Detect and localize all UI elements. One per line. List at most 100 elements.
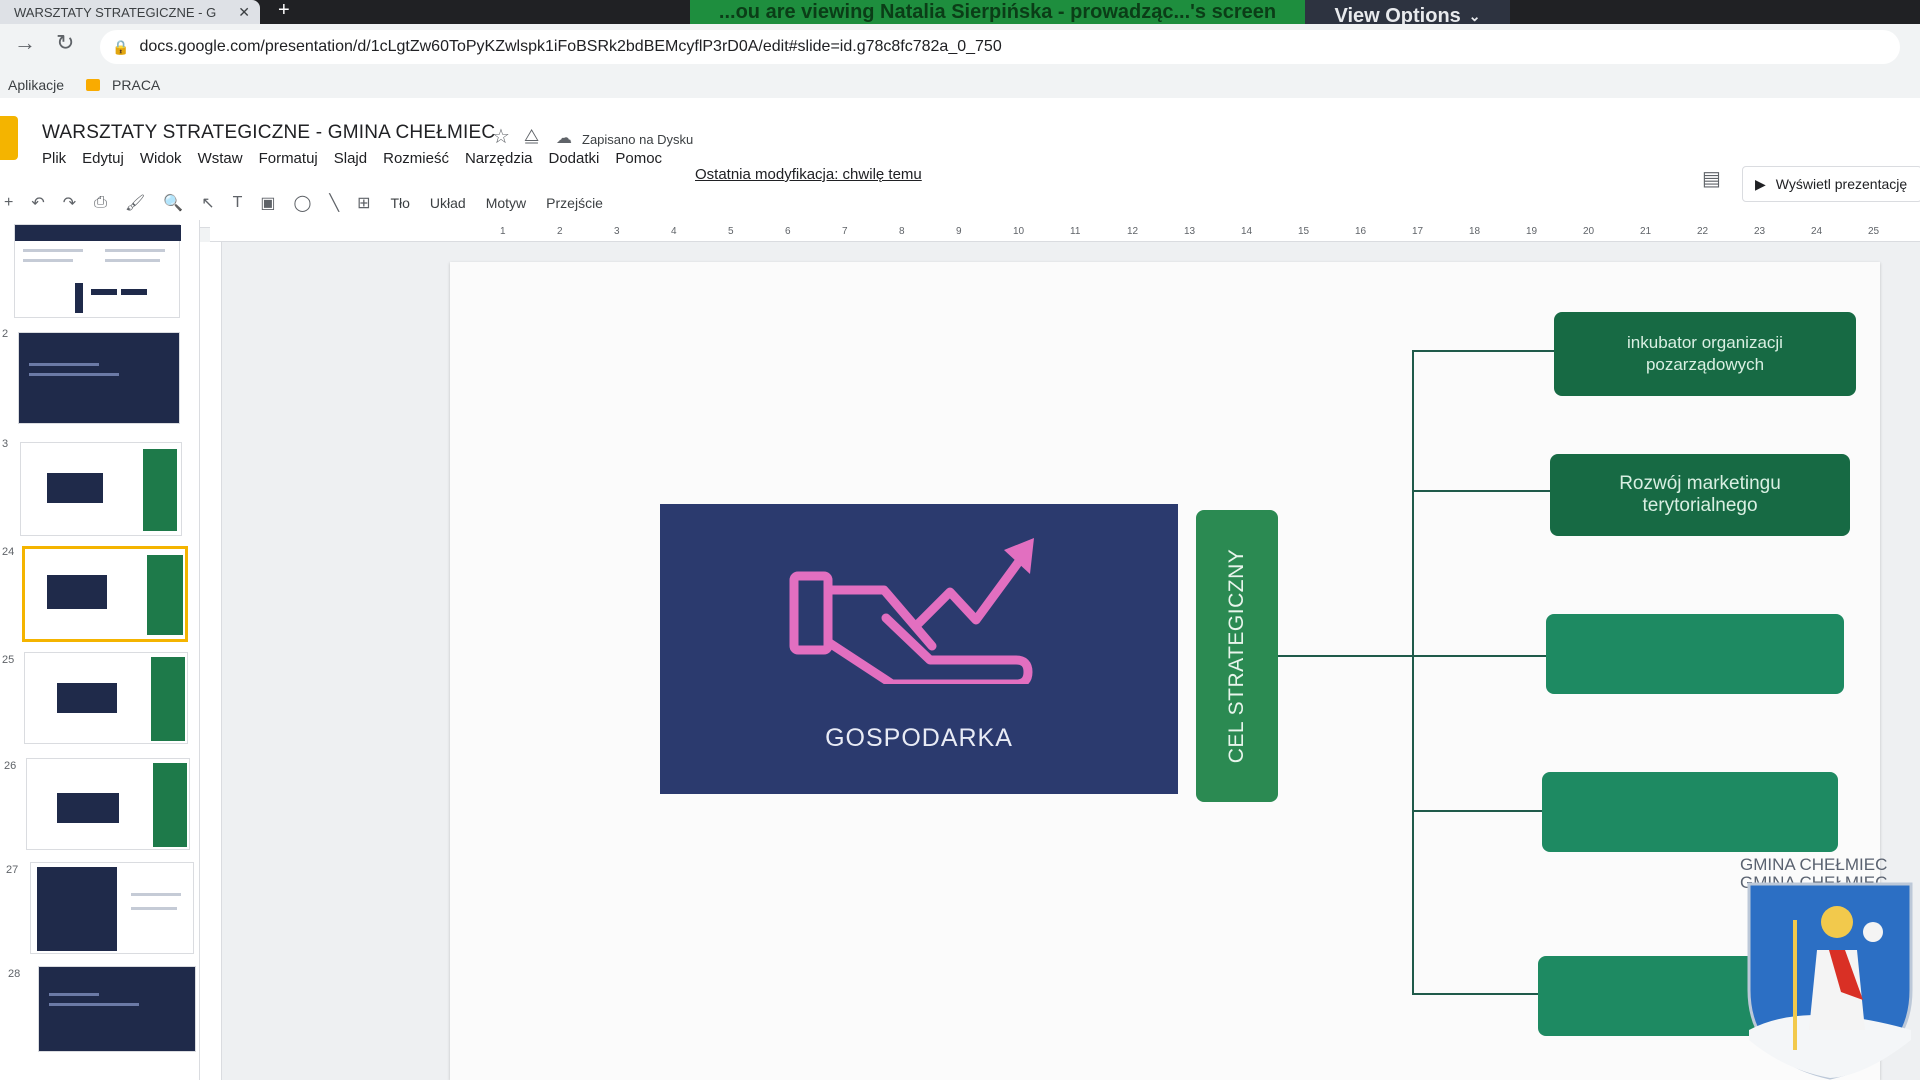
image-icon[interactable]: ▣ [260, 193, 275, 213]
menu-file[interactable]: Plik [42, 150, 66, 167]
slide-number: 28 [8, 968, 21, 980]
shape-icon[interactable]: ◯ [294, 193, 312, 213]
ruler-tick-label: 16 [1355, 226, 1367, 237]
ruler-tick-label: 1 [500, 226, 506, 237]
ruler-tick-label: 7 [842, 226, 848, 237]
menu-view[interactable]: Widok [140, 150, 182, 167]
menu-format[interactable]: Formatuj [259, 150, 318, 167]
ruler-tick-label: 14 [1241, 226, 1253, 237]
goal-box[interactable] [1546, 614, 1844, 694]
saved-status: Zapisano na Dysku [582, 132, 694, 147]
hand-growth-arrow-icon [789, 538, 1034, 684]
connector-line [1412, 350, 1414, 995]
ruler-tick-label: 12 [1127, 226, 1139, 237]
slide-number: 25 [2, 654, 15, 666]
new-slide-icon[interactable]: + [4, 194, 13, 212]
menu-arrange[interactable]: Rozmieść [383, 150, 449, 167]
goal-box[interactable] [1542, 772, 1838, 852]
slide-thumbnail[interactable] [20, 442, 182, 536]
theme-button[interactable]: Motyw [486, 195, 526, 211]
ruler-tick-label: 19 [1526, 226, 1538, 237]
browser-tab-strip: WARSZTATY STRATEGICZNE - G ✕ + ...ou are… [0, 0, 1920, 32]
background-button[interactable]: Tło [390, 195, 409, 211]
browser-tab[interactable]: WARSZTATY STRATEGICZNE - G ✕ [0, 0, 260, 24]
document-title[interactable]: WARSZTATY STRATEGICZNE - GMINA CHEŁMIEC [42, 122, 495, 144]
ruler-tick-label: 18 [1469, 226, 1481, 237]
ruler-tick-label: 3 [614, 226, 620, 237]
connector-line [1414, 490, 1550, 492]
reload-icon[interactable]: ↻ [56, 30, 74, 56]
economy-block[interactable]: GOSPODARKA [660, 504, 1178, 794]
goal-box[interactable] [1538, 956, 1758, 1036]
menu-edit[interactable]: Edytuj [82, 150, 124, 167]
slide-thumbnail[interactable] [18, 332, 180, 424]
move-to-folder-icon[interactable]: ⧋ [524, 126, 539, 146]
bookmarks-bar: Aplikacje PRACA [0, 72, 1920, 98]
menu-bar: Plik Edytuj Widok Wstaw Formatuj Slajd R… [42, 150, 678, 167]
economy-label: GOSPODARKA [825, 724, 1013, 752]
ruler-tick-label: 15 [1298, 226, 1310, 237]
goal-box-label: Rozwój marketingu terytorialnego [1619, 473, 1781, 516]
bookmark-apps[interactable]: Aplikacje [8, 77, 64, 93]
slide-number: 26 [4, 760, 17, 772]
ruler-tick-label: 11 [1070, 226, 1081, 237]
close-tab-icon[interactable]: ✕ [238, 4, 250, 21]
menu-addons[interactable]: Dodatki [549, 150, 600, 167]
ruler-tick-label: 21 [1640, 226, 1652, 237]
slide-thumbnail[interactable] [24, 652, 188, 744]
menu-slide[interactable]: Slajd [334, 150, 367, 167]
municipality-name-line: GMINA CHEŁMIEC [1740, 855, 1888, 874]
menu-insert[interactable]: Wstaw [198, 150, 243, 167]
coat-of-arms-icon [1747, 882, 1913, 1080]
goal-box-label: inkubator organizacji pozarządowych [1627, 333, 1783, 374]
vertical-ruler[interactable] [200, 242, 222, 1080]
transition-button[interactable]: Przejście [546, 195, 603, 211]
text-box-icon[interactable]: T [233, 194, 243, 212]
cloud-saved-icon: ☁ [556, 130, 572, 147]
undo-icon[interactable]: ↶ [31, 193, 44, 213]
paint-format-icon[interactable]: 🖌 [125, 193, 145, 213]
connector-line [1278, 655, 1414, 657]
strategic-goal-label: CEL STRATEGICZNY [1225, 548, 1248, 764]
ruler-tick-label: 9 [956, 226, 962, 237]
slide-number: 2 [2, 328, 9, 340]
redo-icon[interactable]: ↷ [63, 193, 76, 213]
folder-icon [86, 79, 101, 91]
slide-thumbnail[interactable] [30, 862, 194, 954]
goal-box[interactable]: inkubator organizacji pozarządowych [1554, 312, 1856, 396]
menu-help[interactable]: Pomoc [615, 150, 662, 167]
url-field[interactable]: 🔒 docs.google.com/presentation/d/1cLgtZw… [100, 30, 1900, 64]
back-arrow-icon[interactable]: → [14, 30, 36, 56]
chevron-down-icon: ⌄ [1468, 7, 1481, 24]
comment-add-icon[interactable]: ⊞ [357, 193, 370, 213]
slides-logo-icon[interactable] [0, 116, 18, 160]
line-icon[interactable]: ╲ [329, 193, 339, 213]
ruler-tick-label: 20 [1583, 226, 1595, 237]
bookmark-folder-praca[interactable]: PRACA [86, 77, 160, 93]
browser-tab-title: WARSZTATY STRATEGICZNE - G [14, 4, 217, 20]
new-tab-icon[interactable]: + [278, 0, 290, 20]
zoom-icon[interactable]: 🔍 [163, 193, 183, 213]
ruler-tick-label: 6 [785, 226, 791, 237]
editing-toolbar: + ↶ ↷ ⎙ 🖌 🔍 ↖ T ▣ ◯ ╲ ⊞ Tło Układ Motyw … [0, 186, 1920, 220]
ruler-tick-label: 17 [1412, 226, 1424, 237]
slide-filmstrip[interactable]: 2 3 24 25 26 27 28 [0, 220, 200, 1080]
slide-thumbnail[interactable] [26, 758, 190, 850]
print-icon[interactable]: ⎙ [94, 194, 107, 212]
select-icon[interactable]: ↖ [201, 193, 214, 213]
ruler-tick-label: 24 [1811, 226, 1823, 237]
layout-button[interactable]: Układ [430, 195, 466, 211]
connector-line [1414, 993, 1538, 995]
strategic-goal-block[interactable]: CEL STRATEGICZNY [1196, 510, 1278, 802]
menu-tools[interactable]: Narzędzia [465, 150, 533, 167]
horizontal-ruler[interactable]: 1 2 3 4 5 6 7 8 9 10 11 12 13 14 15 16 17 18 19 20 21 22 23 24 2… [210, 222, 1920, 242]
star-icon[interactable]: ☆ [492, 124, 510, 149]
slide-number: 27 [6, 864, 19, 876]
slide-thumbnail-selected[interactable] [22, 546, 188, 642]
goal-box[interactable]: Rozwój marketingu terytorialnego [1550, 454, 1850, 536]
last-modified-link[interactable]: Ostatnia modyfikacja: chwilę temu [695, 166, 922, 183]
slide-number: 24 [2, 546, 15, 558]
slide-number: 3 [2, 438, 9, 450]
slide-thumbnail[interactable] [38, 966, 196, 1052]
slide-thumbnail[interactable] [14, 224, 181, 318]
